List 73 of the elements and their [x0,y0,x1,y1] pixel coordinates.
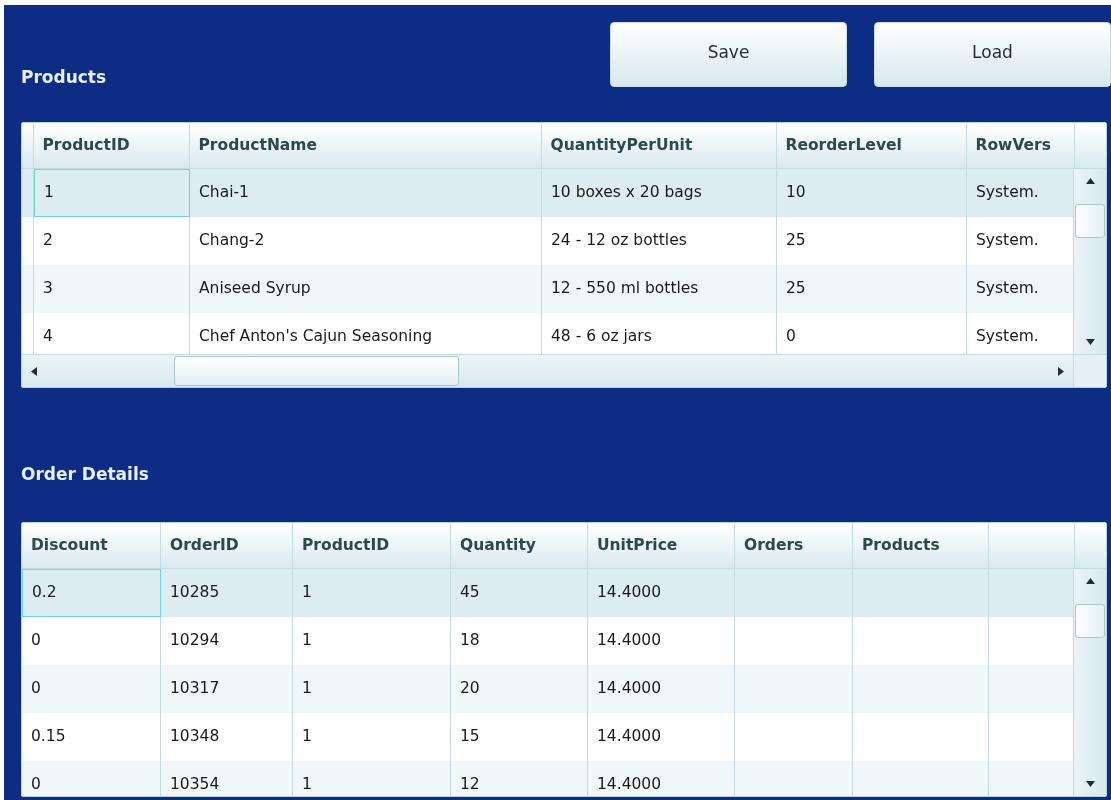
table-cell-text: 10285 [170,582,220,604]
table-cell-text: Chef Anton's Cajun Seasoning [199,326,433,348]
section-title: Products [21,66,107,89]
table-cell-text: 1 [302,774,312,796]
down-arrow-icon[interactable] [1085,337,1095,346]
table-cell-text: 12 - 550 ml bottles [551,278,699,300]
table-cell-text: 14.4000 [597,678,662,700]
table-cell-text: System. [976,230,1039,252]
column-header[interactable]: OrderID [170,533,239,558]
table-cell-text: 3 [43,278,53,300]
column-header[interactable]: ProductID [42,133,130,158]
column-header[interactable]: ProductName [198,133,317,158]
table-cell-text: 10 [786,182,806,204]
table-cell-text: Aniseed Syrup [199,278,311,300]
column-header[interactable]: UnitPrice [597,533,678,558]
column-header[interactable]: Discount [31,533,108,558]
table-cell-text: Chai-1 [199,182,249,204]
table-cell-text: 14.4000 [597,726,662,748]
right-arrow-icon[interactable] [1056,366,1065,376]
left-arrow-icon[interactable] [30,366,39,376]
table-cell-text: System. [976,326,1039,348]
table-cell-text: 45 [460,582,480,604]
table-cell-text: 14.4000 [597,582,662,604]
table-cell-text: 2 [43,230,53,252]
up-arrow-icon[interactable] [1085,177,1095,186]
column-header[interactable]: QuantityPerUnit [550,133,693,158]
horizontal-scrollbar[interactable] [22,355,1073,387]
table-cell-text: 10317 [170,678,220,700]
table-cell-text: 1 [302,630,312,652]
column-header[interactable]: Quantity [460,533,536,558]
action-button[interactable]: Load [874,22,1111,87]
column-header[interactable]: ProductID [302,533,389,558]
table-cell-text: 0.2 [32,582,57,604]
column-header[interactable]: RowVers [975,133,1051,158]
table-cell-text: 0 [31,678,41,700]
table-cell-text: 12 [460,774,480,796]
table-cell-text: 48 - 6 oz jars [551,326,652,348]
table-cell-text: 0 [31,630,41,652]
table-cell-text: 24 - 12 oz bottles [551,230,687,252]
table-cell-text: 1 [302,582,312,604]
table-cell-text: 1 [302,678,312,700]
table-cell-text: 1 [44,182,54,204]
vertical-scrollbar[interactable] [1073,169,1106,354]
table-cell-text: 10294 [170,630,220,652]
column-header[interactable]: Products [862,533,940,558]
table-cell-text: Chang-2 [199,230,265,252]
table-cell-text: 25 [786,278,806,300]
section-title: Order Details [21,463,149,486]
down-arrow-icon[interactable] [1085,779,1095,788]
table-cell-text: 18 [460,630,480,652]
table-cell-text: 4 [43,326,53,348]
table-cell-text: 14.4000 [597,630,662,652]
table-cell-text: System. [976,278,1039,300]
table-cell-text: 15 [460,726,480,748]
vertical-scrollbar[interactable] [1073,569,1106,796]
column-header[interactable]: Orders [744,533,804,558]
up-arrow-icon[interactable] [1085,577,1095,586]
table-cell-text: 0 [786,326,796,348]
scrollbar-thumb[interactable] [174,356,459,386]
action-button[interactable]: Save [610,22,847,87]
table-cell-text: 10354 [170,774,220,796]
table-cell-text: 25 [786,230,806,252]
table-cell-text: System. [976,182,1039,204]
table-cell-text: 14.4000 [597,774,662,796]
scrollbar-thumb[interactable] [1075,604,1105,638]
table-cell-text: 20 [460,678,480,700]
table-cell-text: 10 boxes x 20 bags [551,182,702,204]
table-cell-text: 0.15 [31,726,66,748]
table-cell-text: 10348 [170,726,220,748]
scrollbar-thumb[interactable] [1075,204,1105,238]
column-header[interactable]: ReorderLevel [785,133,902,158]
table-cell-text: 0 [31,774,41,796]
table-cell-text: 1 [302,726,312,748]
